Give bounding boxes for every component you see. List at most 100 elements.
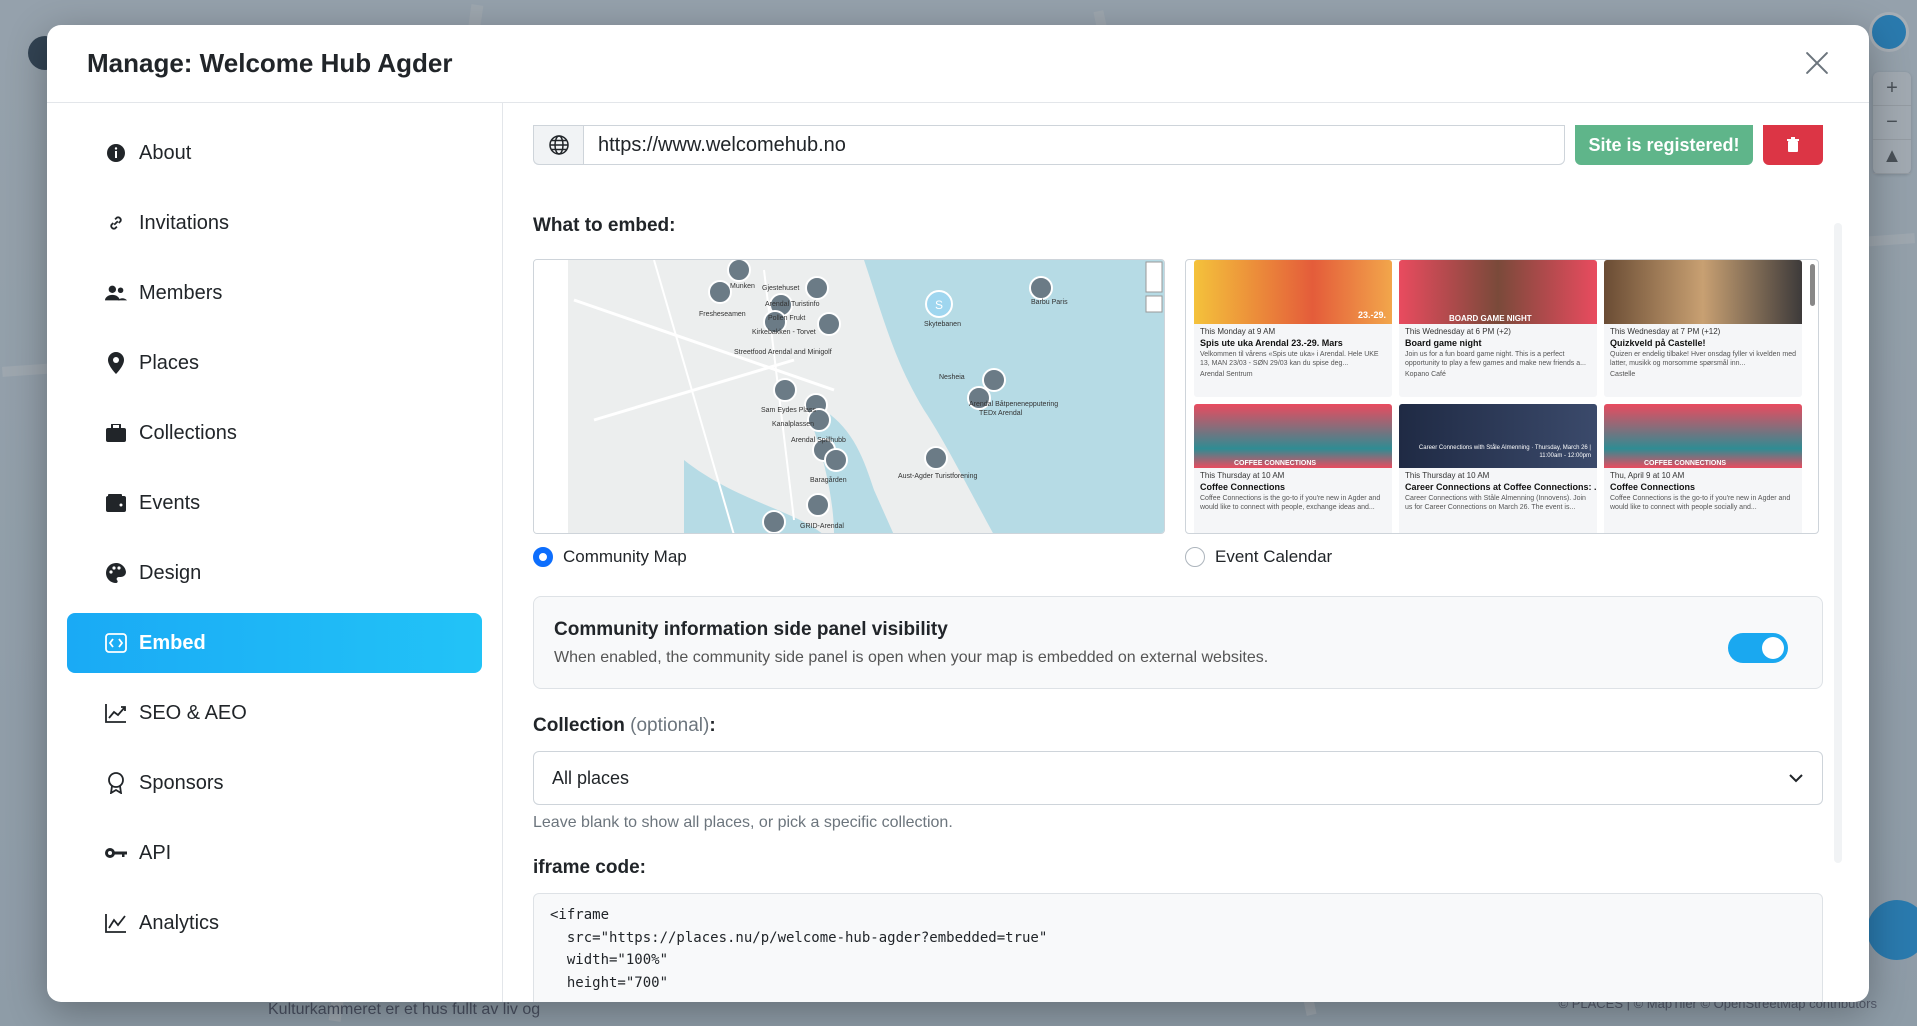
svg-text:S: S <box>935 298 943 312</box>
iframe-code-block[interactable]: <iframe src="https://places.nu/p/welcome… <box>533 893 1823 1002</box>
sidebar-item-design[interactable]: Design <box>67 543 482 603</box>
sidebar-item-label: Embed <box>139 631 206 654</box>
site-url-input[interactable]: https://www.welcomehub.no <box>583 125 1565 165</box>
manage-modal: Manage: Welcome Hub Agder About Invitati… <box>47 25 1869 1002</box>
calendar-event-card: COFFEE CONNECTIONS This Thursday at 10 A… <box>1194 404 1392 533</box>
sidebar-item-seo[interactable]: SEO & AEO <box>67 683 482 743</box>
event-calendar-option[interactable]: Event Calendar <box>1185 547 1332 567</box>
sidebar-item-sponsors[interactable]: Sponsors <box>67 753 482 813</box>
community-map-radio[interactable] <box>533 547 553 567</box>
event-title: Quizkveld på Castelle! <box>1610 338 1706 348</box>
calendar-event-card: COFFEE CONNECTIONS Thu, April 9 at 10 AM… <box>1604 404 1802 533</box>
sidebar-item-label: Members <box>139 281 223 304</box>
delete-site-button[interactable] <box>1763 125 1823 165</box>
sidebar-item-label: Design <box>139 561 202 584</box>
svg-text:TEDx Arendal: TEDx Arendal <box>979 410 1023 417</box>
event-image: COFFEE CONNECTIONS <box>1194 404 1392 468</box>
event-title: Spis ute uka Arendal 23.-29. Mars <box>1200 338 1343 348</box>
event-calendar-label: Event Calendar <box>1215 547 1333 566</box>
event-date: This Thursday at 10 AM <box>1200 471 1285 480</box>
sidebar-item-label: Collections <box>139 421 237 444</box>
svg-text:Kirkebakken - Torvet: Kirkebakken - Torvet <box>752 329 816 336</box>
site-url-row: https://www.welcomehub.no Site is regist… <box>533 125 1823 165</box>
map-pin-icon <box>105 352 127 374</box>
chart-line-icon <box>105 912 127 934</box>
sidebar-item-api[interactable]: API <box>67 823 482 883</box>
calendar-event-card: Career Connections with Ståle Almenning … <box>1399 404 1597 533</box>
svg-text:Streetfood Arendal and Minigol: Streetfood Arendal and Minigolf <box>734 349 832 356</box>
modal-header: Manage: Welcome Hub Agder <box>47 25 1869 103</box>
event-description: Join us for a fun board game night. This… <box>1405 351 1586 367</box>
embed-panel: https://www.welcomehub.no Site is regist… <box>503 103 1869 1002</box>
svg-text:Arendal Turistinfo: Arendal Turistinfo <box>765 301 820 308</box>
sidebar-item-members[interactable]: Members <box>67 263 482 323</box>
users-icon <box>105 282 127 304</box>
wallet-icon <box>105 492 127 514</box>
svg-text:GRID-Arendal: GRID-Arendal <box>800 523 844 530</box>
calendar-event-card: 23.-29. This Monday at 9 AM Spis ute uka… <box>1194 260 1392 397</box>
sidebar-item-label: Invitations <box>139 211 230 234</box>
event-venue: Kopano Café <box>1405 371 1446 378</box>
sidebar-item-invitations[interactable]: Invitations <box>67 193 482 253</box>
sidebar-item-label: Sponsors <box>139 771 224 794</box>
event-calendar-radio[interactable] <box>1185 547 1205 567</box>
event-venue <box>1194 512 1392 515</box>
event-banner-text: Career Connections with Ståle Almenning … <box>1418 445 1591 459</box>
map-preview-image: S Munken Gjestehuset Fresheseamen Arendal … <box>534 260 1164 533</box>
event-calendar-preview[interactable]: 23.-29. This Monday at 9 AM Spis ute uka… <box>1185 259 1819 534</box>
calendar-event-grid: 23.-29. This Monday at 9 AM Spis ute uka… <box>1194 260 1802 533</box>
calendar-event-card: This Wednesday at 7 PM (+12) Quizkveld p… <box>1604 260 1802 397</box>
event-image: Career Connections with Ståle Almenning … <box>1399 404 1597 468</box>
side-panel-toggle[interactable] <box>1728 633 1788 663</box>
event-title: Board game night <box>1405 338 1482 348</box>
info-icon <box>105 142 127 164</box>
event-date: This Monday at 9 AM <box>1200 327 1276 336</box>
award-icon <box>105 772 127 794</box>
event-date: This Thursday at 10 AM <box>1405 471 1490 480</box>
svg-text:Sam Eydes Plass: Sam Eydes Plass <box>761 407 816 414</box>
sidebar-item-collections[interactable]: Collections <box>67 403 482 463</box>
optional-hint: (optional) <box>630 715 710 736</box>
svg-text:Aust-Agder Turistforening: Aust-Agder Turistforening <box>898 473 977 480</box>
community-map-option[interactable]: Community Map <box>533 547 687 567</box>
sidebar-item-events[interactable]: Events <box>67 473 482 533</box>
event-date: Thu, April 9 at 10 AM <box>1610 471 1685 480</box>
content-scrollbar[interactable] <box>1834 223 1842 863</box>
event-description: Career Connections with Ståle Almenning … <box>1405 495 1586 511</box>
event-venue <box>1604 512 1802 515</box>
event-description: Quizen er endelig tilbake! Hver onsdag f… <box>1610 351 1796 367</box>
collection-label-text: Collection <box>533 715 625 736</box>
collection-selected-value: All places <box>552 767 630 788</box>
event-image: 23.-29. <box>1194 260 1392 324</box>
trend-icon <box>105 702 127 724</box>
event-banner-text: BOARD GAME NIGHT <box>1449 314 1532 323</box>
sidebar-item-places[interactable]: Places <box>67 333 482 393</box>
collection-select[interactable]: All places <box>533 751 1823 805</box>
collection-label-colon: : <box>709 715 716 736</box>
event-image <box>1604 260 1802 324</box>
event-description: Velkommen til vårens «Spis ute uka» i Ar… <box>1200 351 1379 367</box>
site-registered-button[interactable]: Site is registered! <box>1575 125 1753 165</box>
calendar-scrollbar[interactable] <box>1810 264 1815 306</box>
sidebar-item-embed[interactable]: Embed <box>67 613 482 673</box>
what-to-embed-label: What to embed: <box>533 215 676 236</box>
svg-text:Skytebanen: Skytebanen <box>924 321 961 328</box>
sidebar-item-label: API <box>139 841 172 864</box>
close-icon[interactable] <box>1801 47 1833 79</box>
side-panel-title: Community information side panel visibil… <box>554 619 948 640</box>
side-panel-visibility-setting: Community information side panel visibil… <box>533 596 1823 689</box>
event-description: Coffee Connections is the go-to if you'r… <box>1200 495 1381 511</box>
sidebar-item-analytics[interactable]: Analytics <box>67 893 482 953</box>
community-map-preview[interactable]: S Munken Gjestehuset Fresheseamen Arendal … <box>533 259 1165 534</box>
collection-helper-text: Leave blank to show all places, or pick … <box>533 814 953 831</box>
sidebar-item-label: About <box>139 141 192 164</box>
svg-text:Arendal Båtpenenepputering: Arendal Båtpenenepputering <box>969 400 1058 408</box>
event-venue: Castelle <box>1610 371 1636 378</box>
event-banner-text: COFFEE CONNECTIONS <box>1234 460 1317 467</box>
sidebar-item-label: Analytics <box>139 911 220 934</box>
event-venue <box>1399 512 1597 515</box>
event-title: Career Connections at Coffee Connections… <box>1405 482 1597 492</box>
palette-icon <box>105 562 127 584</box>
sidebar-item-about[interactable]: About <box>67 123 482 183</box>
side-panel-description: When enabled, the community side panel i… <box>554 649 1269 666</box>
